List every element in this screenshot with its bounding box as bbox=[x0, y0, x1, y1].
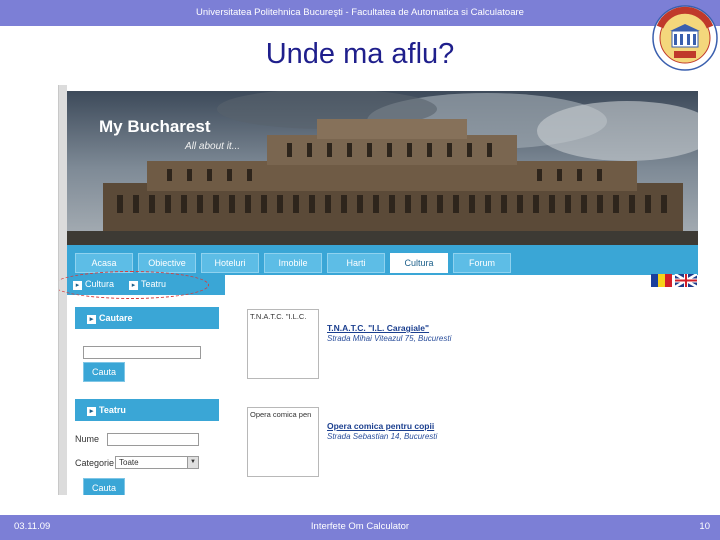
slide-header-text: Universitatea Politehnica Bucureşti - Fa… bbox=[196, 7, 524, 18]
nav-tab-obiective[interactable]: Obiective bbox=[138, 253, 196, 273]
theatre-panel-header: Teatru bbox=[75, 399, 219, 421]
category-select-value: Toate bbox=[119, 458, 139, 467]
nav-tab-imobile[interactable]: Imobile bbox=[264, 253, 322, 273]
result-title-2[interactable]: Opera comica pentru copii bbox=[327, 421, 434, 431]
slide-header-bar: Universitatea Politehnica Bucureşti - Fa… bbox=[0, 0, 720, 26]
search-input[interactable] bbox=[83, 346, 201, 359]
result-thumbnail-2[interactable]: Opera comica pen bbox=[247, 407, 319, 477]
nav-tab-hoteluri[interactable]: Hoteluri bbox=[201, 253, 259, 273]
name-input[interactable] bbox=[107, 433, 199, 446]
nav-tab-harti[interactable]: Harti bbox=[327, 253, 385, 273]
result-thumbnail-1[interactable]: T.N.A.T.C. "I.L.C. bbox=[247, 309, 319, 379]
site-banner: My Bucharest All about it... bbox=[67, 91, 698, 245]
footer-course-title: Interfete Om Calculator bbox=[310, 521, 410, 532]
slide-title: Unde ma aflu? bbox=[265, 38, 455, 70]
search-button[interactable]: Cauta bbox=[83, 362, 125, 382]
university-logo bbox=[652, 5, 718, 71]
category-label: Categorie bbox=[75, 458, 115, 468]
site-subtitle: All about it... bbox=[185, 141, 241, 152]
romanian-flag-icon[interactable] bbox=[651, 274, 672, 287]
highlight-ellipse bbox=[59, 271, 209, 299]
result-address-2: Strada Sebastian 14, Bucuresti bbox=[327, 432, 438, 441]
name-label: Nume bbox=[75, 434, 100, 444]
result-title-1[interactable]: T.N.A.T.C. "I.L. Caragiale" bbox=[327, 323, 429, 333]
slide-footer-bar: 03.11.09 Interfete Om Calculator 10 bbox=[0, 515, 720, 540]
category-select[interactable]: Toate ▼ bbox=[115, 456, 199, 469]
palace-photo bbox=[67, 91, 698, 245]
nav-tab-acasa[interactable]: Acasa bbox=[75, 253, 133, 273]
website-screenshot: My Bucharest All about it... Acasa Obiec… bbox=[58, 85, 698, 495]
chevron-down-icon: ▼ bbox=[187, 457, 198, 468]
result-address-1: Strada Mihai Viteazul 75, Bucuresti bbox=[327, 334, 452, 343]
search-panel-header: Cautare bbox=[75, 307, 219, 329]
site-title: My Bucharest bbox=[99, 117, 211, 136]
theatre-search-button[interactable]: Cauta bbox=[83, 478, 125, 495]
nav-tab-cultura[interactable]: Cultura bbox=[390, 253, 448, 273]
site-nav-bar: Acasa Obiective Hoteluri Imobile Harti C… bbox=[67, 245, 698, 275]
language-flags bbox=[651, 274, 697, 287]
nav-tab-forum[interactable]: Forum bbox=[453, 253, 511, 273]
page-number: 10 bbox=[699, 521, 710, 532]
uk-flag-icon[interactable] bbox=[674, 274, 697, 287]
theatre-panel-title: Teatru bbox=[87, 405, 126, 416]
search-panel-title: Cautare bbox=[87, 313, 133, 324]
